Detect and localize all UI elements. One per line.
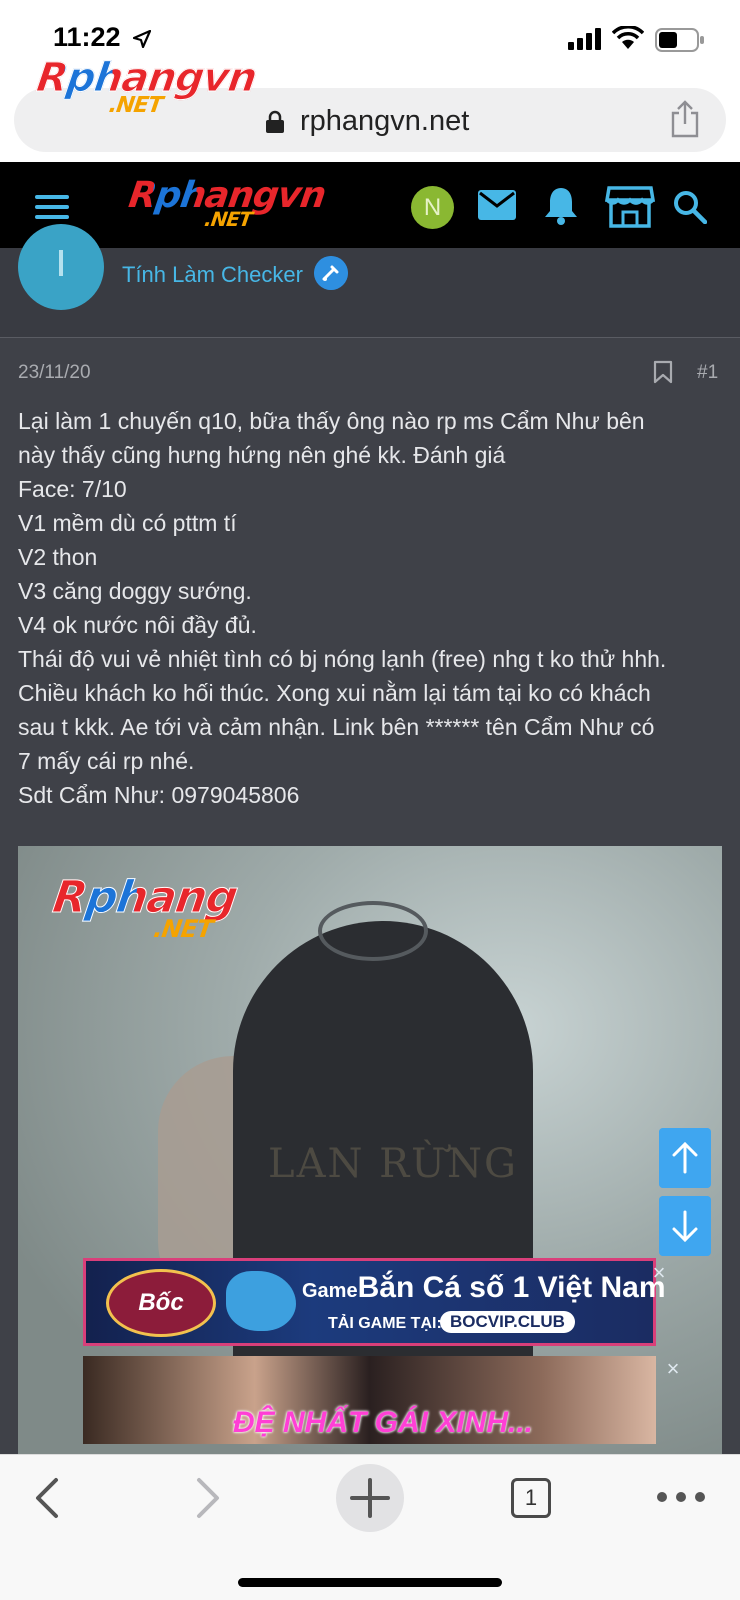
- store-icon[interactable]: [605, 186, 655, 228]
- lock-icon: [266, 110, 284, 133]
- site-logo-watermark: Rphangvn .NET: [32, 55, 259, 119]
- mail-icon[interactable]: [478, 190, 516, 220]
- post-line: Lại làm 1 chuyến q10, bữa thấy ông nào r…: [18, 408, 645, 434]
- ad-fish-mascot: [226, 1271, 296, 1331]
- game-ad-banner[interactable]: Bốc GameBắn Cá số 1 Việt Nam TẢI GAME TẠ…: [83, 1258, 666, 1346]
- back-chevron-icon[interactable]: [34, 1477, 60, 1519]
- dating-ad-banner[interactable]: ĐỆ NHẤT GÁI XINH...: [83, 1356, 656, 1444]
- scroll-up-button[interactable]: [659, 1128, 711, 1188]
- ad-site-link[interactable]: BOCVIP.CLUB: [440, 1311, 575, 1333]
- post-body: Lại làm 1 chuyến q10, bữa thấy ông nào r…: [18, 404, 728, 812]
- ad-title: Bắn Cá số 1 Việt Nam: [357, 1271, 666, 1304]
- more-options-icon[interactable]: [656, 1490, 706, 1504]
- verified-badge-icon: [314, 256, 348, 290]
- post-line: này thấy cũng hưng hứng nên ghé kk. Đánh…: [18, 442, 506, 468]
- ad2-title: ĐỆ NHẤT GÁI XINH...: [233, 1406, 534, 1439]
- post-line: sau t kkk. Ae tới và cảm nhận. Link bên …: [18, 714, 655, 740]
- cellular-signal-icon: [568, 28, 601, 50]
- scroll-down-button[interactable]: [659, 1196, 711, 1256]
- ad-headline: GameBắn Cá số 1 Việt Nam: [302, 1271, 666, 1305]
- search-icon[interactable]: [673, 190, 707, 224]
- bookmark-icon[interactable]: [653, 360, 673, 384]
- user-avatar[interactable]: N: [411, 186, 454, 229]
- location-arrow-icon: [133, 30, 151, 48]
- notification-bell-icon[interactable]: [543, 186, 579, 226]
- ad-game-label: Game: [302, 1280, 358, 1302]
- post-line: 7 mấy cái rp nhé.: [18, 748, 195, 774]
- post-date[interactable]: 23/11/20: [18, 362, 91, 384]
- ad-brand-logo: Bốc: [106, 1269, 216, 1337]
- post-line: V4 ok nước nôi đầy đủ.: [18, 612, 257, 638]
- image-watermark-logo: Rphang .NET: [47, 872, 240, 944]
- author-name[interactable]: Tính Làm Checker: [122, 262, 303, 288]
- wifi-icon: [612, 26, 644, 49]
- tabs-button[interactable]: 1: [511, 1478, 551, 1518]
- url-text[interactable]: rphangvn.net: [300, 105, 469, 138]
- post-line: Thái độ vui vẻ nhiệt tình có bj nóng lạn…: [18, 646, 667, 672]
- post-line: V3 căng doggy sướng.: [18, 578, 252, 604]
- post-number-link[interactable]: #1: [697, 362, 718, 384]
- post-line: V1 mềm dù có pttm tí: [18, 510, 237, 536]
- image-keychain-text: LAN RỪNG: [268, 1141, 518, 1187]
- ad-brand-text: Bốc: [138, 1289, 184, 1316]
- share-icon[interactable]: [670, 100, 700, 138]
- post-line: V2 thon: [18, 544, 98, 570]
- post-line: Sdt Cẩm Như: 0979045806: [18, 782, 300, 808]
- image-keyring: [318, 901, 428, 961]
- hamburger-menu-icon[interactable]: [35, 193, 71, 221]
- site-logo[interactable]: Rphangvn .NET: [124, 175, 328, 231]
- ad-download-label: TẢI GAME TẠI:: [328, 1315, 442, 1332]
- home-indicator[interactable]: [238, 1578, 502, 1587]
- ad2-close-icon[interactable]: ×: [662, 1358, 684, 1380]
- ad-close-icon[interactable]: ×: [648, 1262, 670, 1284]
- clock: 11:22: [53, 22, 121, 52]
- forward-chevron-icon[interactable]: [195, 1477, 221, 1519]
- post-author-row: [0, 248, 740, 338]
- battery-icon: [655, 28, 704, 52]
- post-line: Face: 7/10: [18, 476, 127, 502]
- post-line: Chiều khách ko hối thúc. Xong xui nằm lạ…: [18, 680, 651, 706]
- author-avatar[interactable]: [18, 224, 104, 310]
- plus-icon: [350, 1478, 390, 1518]
